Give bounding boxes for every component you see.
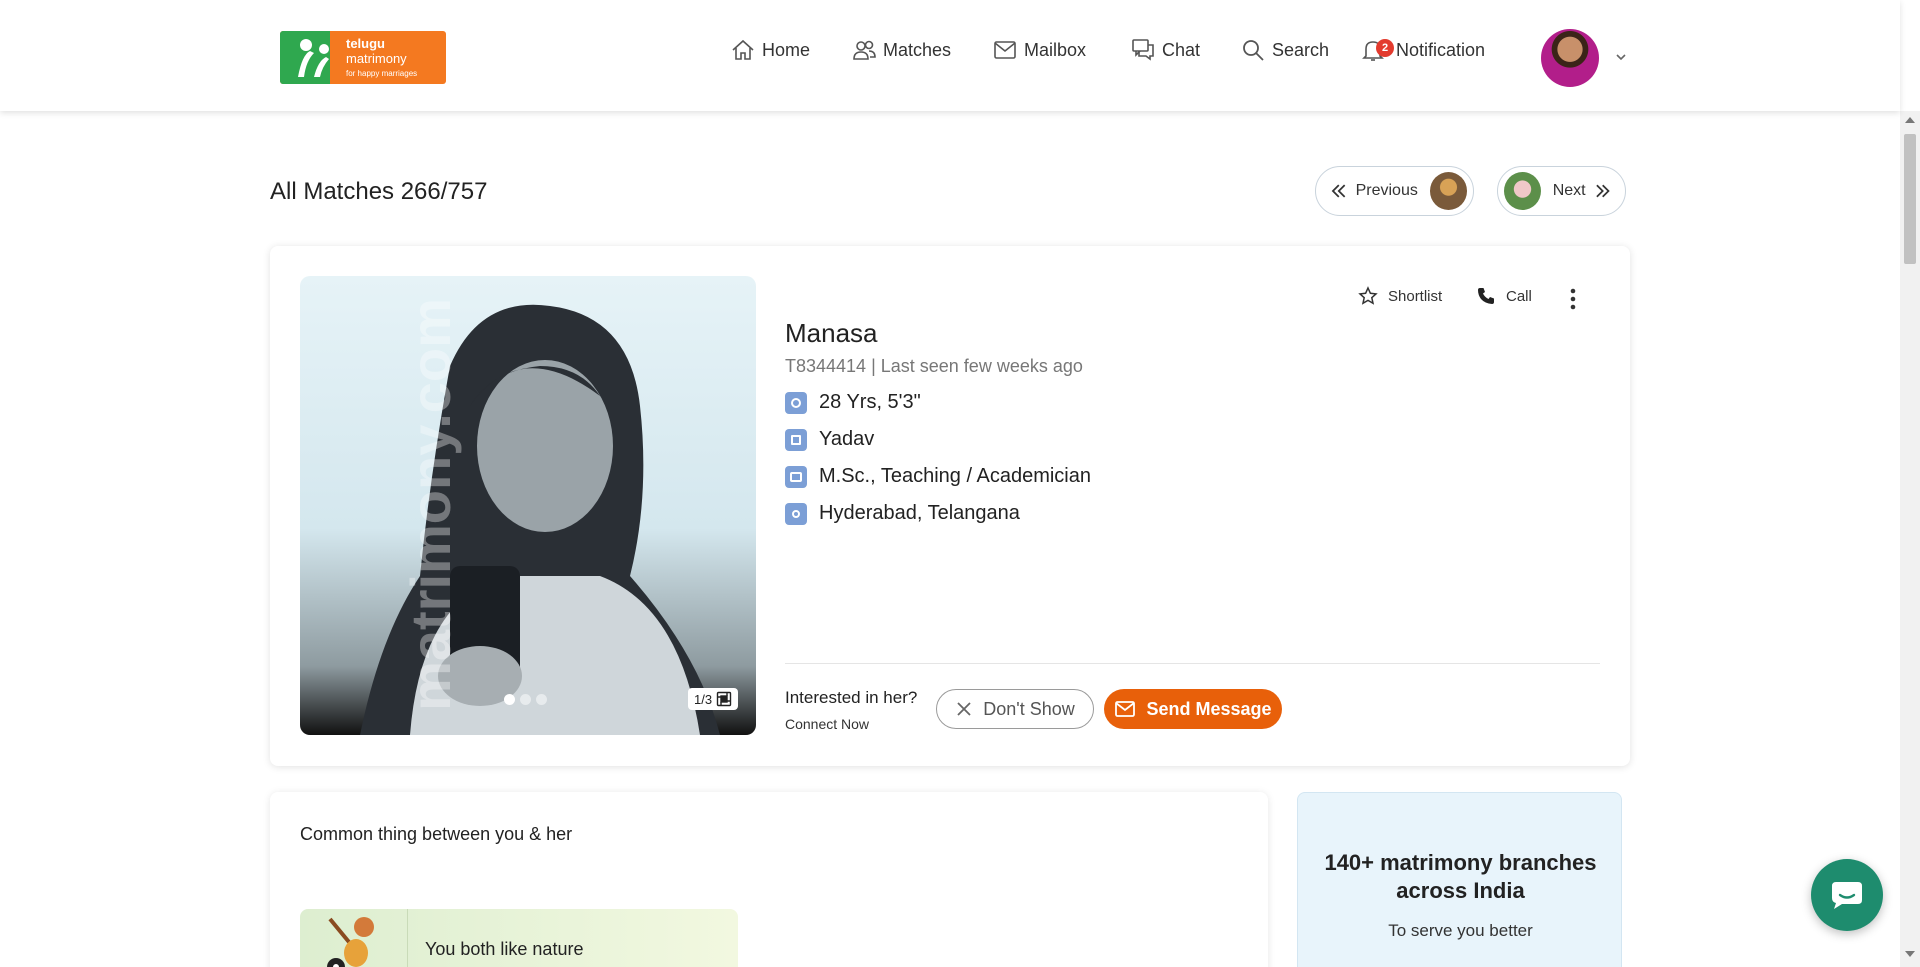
call-label: Call bbox=[1506, 287, 1532, 305]
detail-education: M.Sc., Teaching / Academician bbox=[785, 465, 1091, 488]
dont-show-label: Don't Show bbox=[983, 698, 1075, 719]
close-icon bbox=[957, 702, 971, 716]
next-profile-thumbnail bbox=[1504, 172, 1541, 210]
photo-carousel-dots bbox=[504, 694, 547, 705]
user-avatar[interactable] bbox=[1541, 29, 1599, 87]
notification-badge: 2 bbox=[1376, 39, 1394, 57]
page-scrollbar[interactable] bbox=[1900, 111, 1920, 967]
scroll-thumb[interactable] bbox=[1904, 134, 1916, 264]
top-header: telugu matrimony for happy marriages Hom… bbox=[0, 0, 1900, 111]
detail-caste-text: Yadav bbox=[819, 428, 875, 450]
photo-watermark: matrimony.com bbox=[398, 298, 462, 711]
detail-education-text: M.Sc., Teaching / Academician bbox=[819, 465, 1091, 487]
page-title: All Matches 266/757 bbox=[270, 178, 488, 205]
previous-label: Previous bbox=[1355, 182, 1418, 199]
branches-promo: 140+ matrimony branches across India To … bbox=[1297, 792, 1622, 967]
profile-id-last-seen: T8344414 | Last seen few weeks ago bbox=[785, 356, 1083, 376]
nav-mailbox-label: Mailbox bbox=[1024, 39, 1087, 60]
nav-notification[interactable]: 2 Notification bbox=[1360, 0, 1485, 100]
interest-question: Interested in her? bbox=[785, 688, 918, 707]
nav-search-label: Search bbox=[1272, 39, 1330, 60]
chat-bubbles-icon bbox=[1132, 39, 1154, 61]
branches-title: 140+ matrimony branches across India bbox=[1324, 850, 1597, 903]
nav-matches-label: Matches bbox=[883, 39, 952, 60]
caste-icon bbox=[785, 428, 807, 451]
detail-location-text: Hyderabad, Telangana bbox=[819, 502, 1020, 524]
nav-chat[interactable]: Chat bbox=[1130, 0, 1200, 100]
common-things-title: Common thing between you & her bbox=[300, 824, 573, 844]
nav-home-label: Home bbox=[762, 39, 811, 60]
detail-age-height-text: 28 Yrs, 5'3" bbox=[819, 391, 921, 413]
users-icon bbox=[853, 40, 876, 60]
profile-name: Manasa bbox=[785, 318, 878, 348]
common-things-card: Common thing between you & her You both … bbox=[270, 792, 1268, 967]
send-message-button[interactable]: Send Message bbox=[1104, 689, 1282, 729]
scroll-down-arrow-icon[interactable] bbox=[1905, 951, 1915, 957]
previous-profile-thumbnail bbox=[1429, 172, 1467, 210]
nav-search[interactable]: Search bbox=[1240, 0, 1329, 100]
profile-photo[interactable]: matrimony.com 1/3 bbox=[300, 276, 756, 735]
shortlist-button[interactable]: Shortlist bbox=[1358, 286, 1442, 306]
nav-mailbox[interactable]: Mailbox bbox=[992, 0, 1086, 100]
previous-profile-button[interactable]: Previous bbox=[1315, 166, 1474, 216]
detail-location: Hyderabad, Telangana bbox=[785, 502, 1020, 525]
branches-subtitle: To serve you better bbox=[1388, 921, 1533, 940]
mail-icon bbox=[994, 41, 1016, 59]
photo-count-badge[interactable]: 1/3 bbox=[688, 688, 739, 710]
home-icon bbox=[732, 39, 754, 60]
nav-home[interactable]: Home bbox=[730, 0, 810, 100]
next-profile-button[interactable]: Next bbox=[1497, 166, 1626, 216]
carousel-dot-active[interactable] bbox=[504, 694, 515, 705]
star-outline-icon bbox=[1358, 286, 1378, 305]
carousel-dot[interactable] bbox=[520, 694, 531, 705]
search-icon bbox=[1243, 40, 1264, 61]
mail-icon bbox=[1115, 701, 1136, 717]
detail-caste: Yadav bbox=[785, 428, 874, 451]
common-interest-item: You both like nature bbox=[300, 909, 738, 967]
nav-chat-label: Chat bbox=[1162, 39, 1201, 60]
site-logo[interactable]: telugu matrimony for happy marriages bbox=[280, 31, 446, 84]
logo-text-matrimony: matrimony bbox=[346, 51, 407, 66]
call-button[interactable]: Call bbox=[1476, 286, 1532, 306]
hobbies-icon bbox=[300, 909, 408, 967]
common-interest-text: You both like nature bbox=[425, 939, 584, 959]
next-label: Next bbox=[1552, 182, 1586, 199]
more-options-icon[interactable] bbox=[1570, 288, 1576, 310]
nav-notification-label: Notification bbox=[1396, 39, 1486, 60]
phone-icon bbox=[1478, 288, 1494, 304]
chat-bubble-icon bbox=[1832, 882, 1862, 909]
profile-card: matrimony.com 1/3 Shortlist Call Manasa … bbox=[270, 246, 1630, 766]
logo-text-telugu: telugu bbox=[346, 36, 385, 51]
double-chevron-left-icon bbox=[1331, 184, 1346, 198]
age-height-icon bbox=[785, 391, 807, 414]
location-icon bbox=[785, 502, 807, 525]
carousel-dot[interactable] bbox=[536, 694, 547, 705]
card-divider bbox=[785, 663, 1600, 664]
chevron-down-icon[interactable] bbox=[1614, 50, 1628, 64]
chat-support-button[interactable] bbox=[1811, 859, 1883, 931]
connect-now-label: Connect Now bbox=[785, 716, 870, 732]
logo-mark-icon bbox=[298, 39, 329, 77]
shortlist-label: Shortlist bbox=[1388, 287, 1443, 305]
education-icon bbox=[785, 465, 807, 488]
double-chevron-right-icon bbox=[1595, 184, 1610, 198]
scroll-up-arrow-icon[interactable] bbox=[1905, 117, 1915, 123]
logo-tagline: for happy marriages bbox=[346, 69, 418, 78]
profile-photo-figure bbox=[360, 304, 720, 735]
detail-age-height: 28 Yrs, 5'3" bbox=[785, 391, 921, 414]
photo-count-text: 1/3 bbox=[694, 691, 713, 707]
dont-show-button[interactable]: Don't Show bbox=[936, 689, 1094, 729]
gallery-icon bbox=[716, 691, 732, 707]
nav-matches[interactable]: Matches bbox=[851, 0, 951, 100]
send-message-label: Send Message bbox=[1146, 698, 1272, 719]
